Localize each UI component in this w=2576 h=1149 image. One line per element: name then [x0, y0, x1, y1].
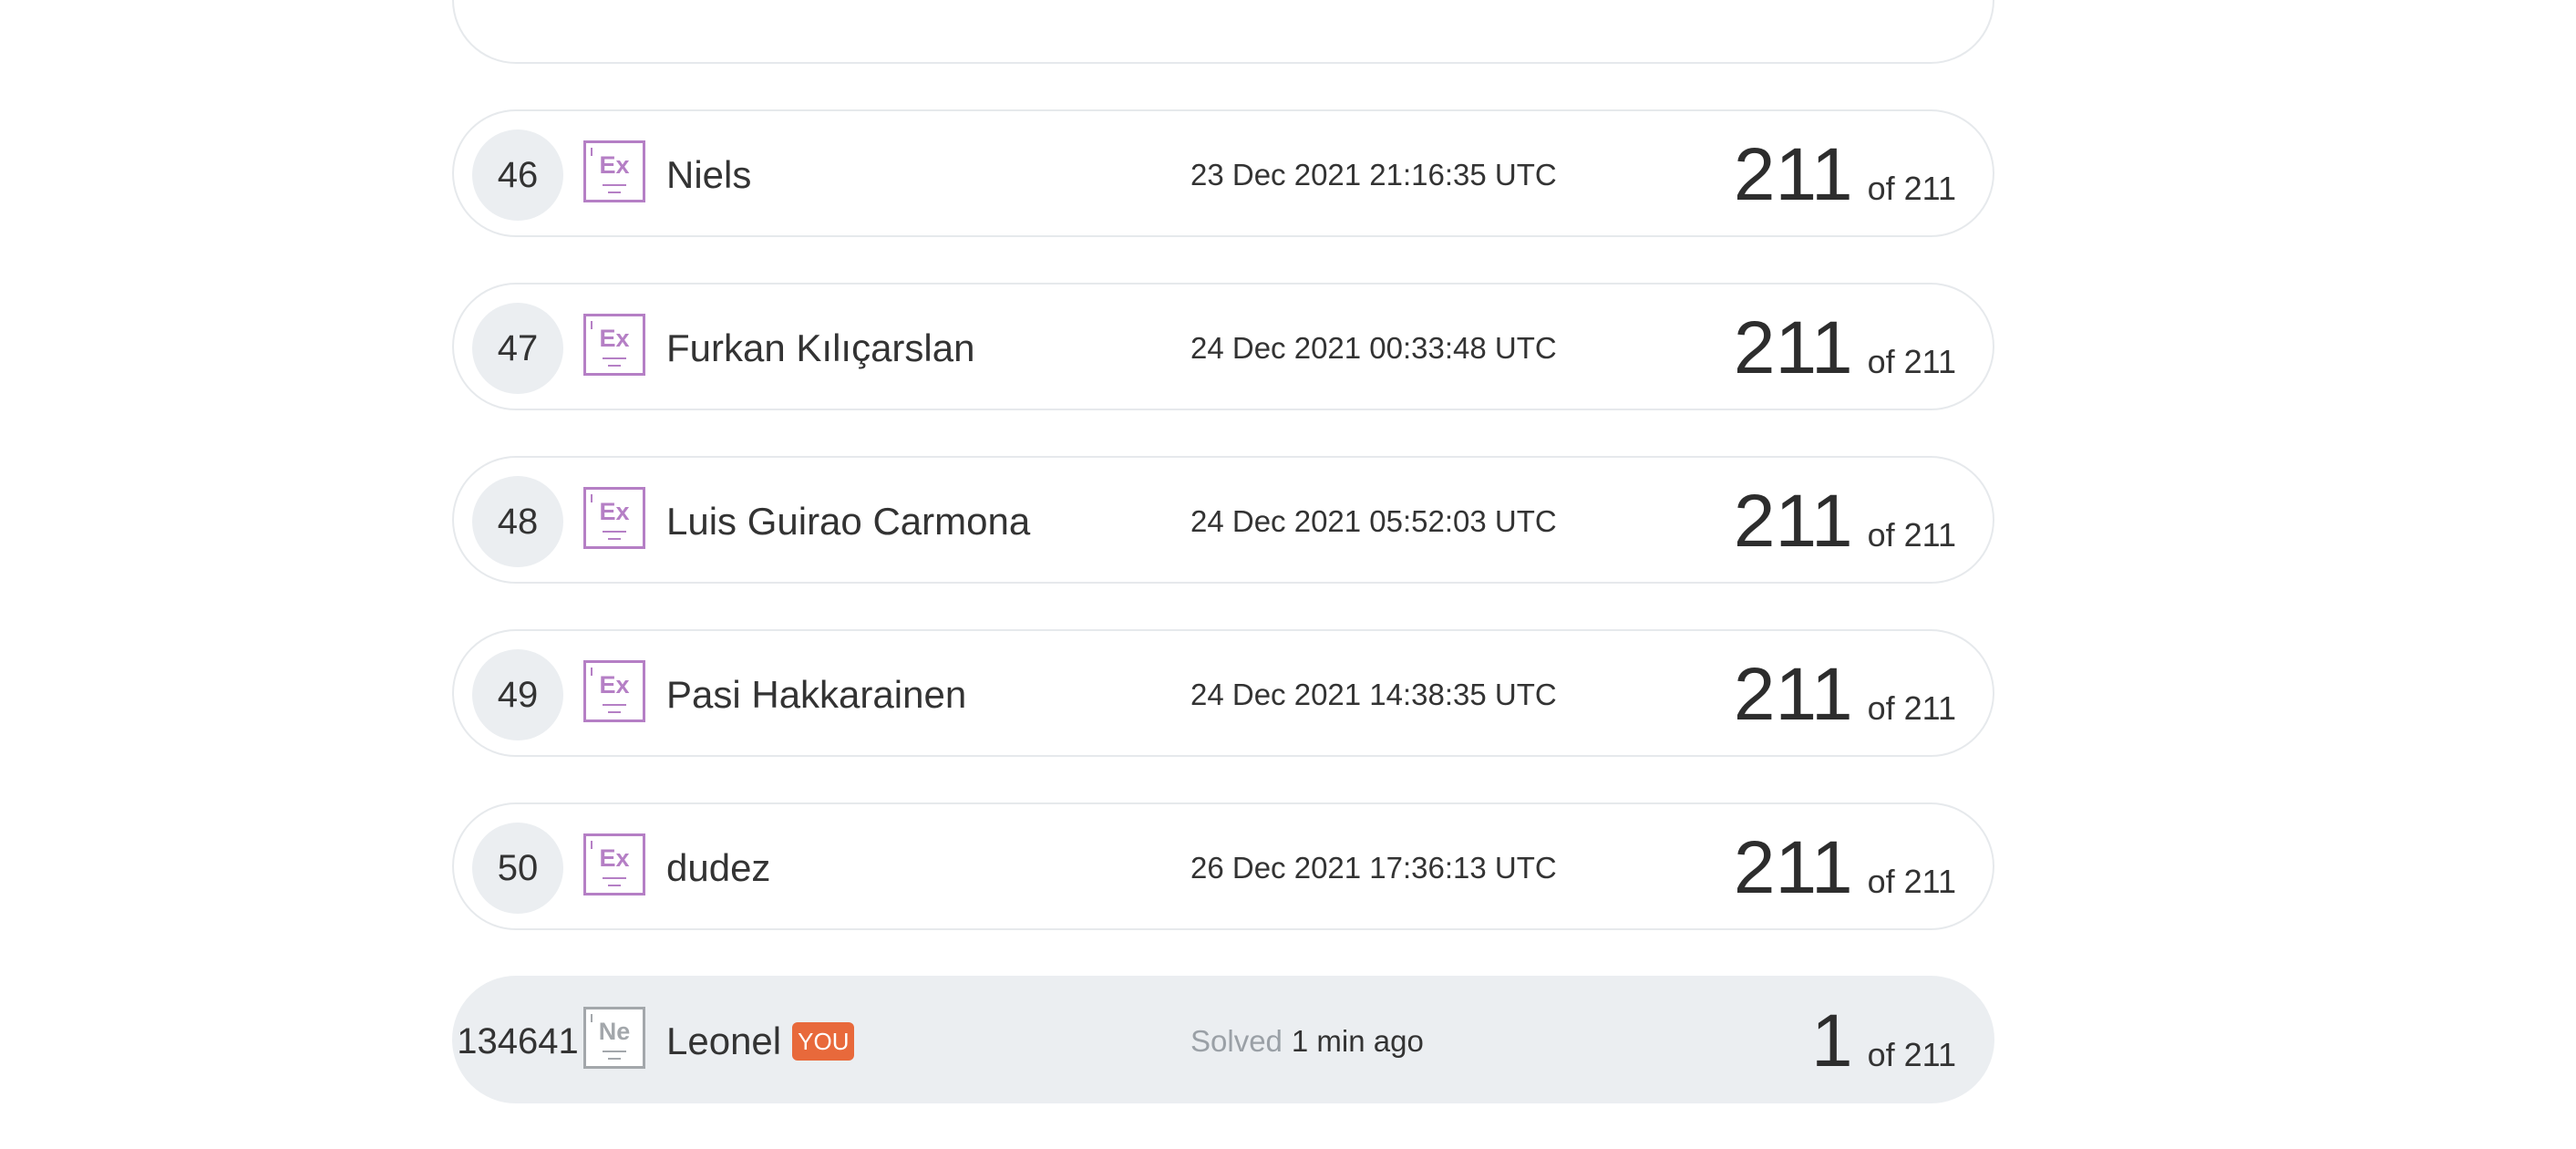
user-name[interactable]: Leonel	[666, 1020, 781, 1063]
solved-time: 1 min ago	[1291, 1024, 1424, 1058]
score: 211 of 211	[1734, 804, 1956, 932]
user-name[interactable]: Furkan Kılıçarslan	[666, 285, 974, 412]
badge-symbol: Ex	[599, 325, 630, 352]
leaderboard-row: 48 Ex Luis Guirao Carmona 24 Dec 2021 05…	[452, 456, 1994, 584]
leaderboard-list: 46 Ex Niels 23 Dec 2021 21:16:35 UTC 211…	[452, 0, 1994, 1149]
rank-number: 49	[472, 649, 563, 740]
score-total: of 211	[1867, 516, 1956, 554]
badge-symbol: Ex	[599, 671, 630, 699]
solved-timestamp: 24 Dec 2021 00:33:48 UTC	[1190, 331, 1557, 365]
current-user-name-container: Leonel YOU	[666, 978, 855, 1105]
expert-rank-badge-icon: Ex	[583, 487, 645, 549]
badge-symbol: Ne	[598, 1018, 631, 1045]
rank-number: 134641	[457, 1020, 579, 1061]
user-name[interactable]: Niels	[666, 111, 751, 239]
rank-number: 47	[472, 303, 563, 394]
score-total: of 211	[1867, 863, 1956, 900]
solved-label: Solved	[1190, 1024, 1283, 1058]
current-user-row: 134641 Ne Leonel YOU Solved 1 min ago 1 …	[452, 976, 1994, 1103]
expert-rank-badge-icon: Ex	[583, 314, 645, 376]
expert-rank-badge-icon: Ex	[583, 140, 645, 202]
rank-number: 48	[472, 476, 563, 567]
leaderboard-row: 46 Ex Niels 23 Dec 2021 21:16:35 UTC 211…	[452, 109, 1994, 237]
newbie-rank-badge-icon: Ne	[583, 1007, 645, 1069]
score: 211 of 211	[1734, 631, 1956, 759]
score-total: of 211	[1867, 170, 1956, 207]
expert-rank-badge-icon: Ex	[583, 660, 645, 722]
score-value: 1	[1810, 999, 1853, 1082]
score-value: 211	[1733, 653, 1853, 736]
rank-number: 50	[472, 823, 563, 914]
score-total: of 211	[1867, 1036, 1956, 1073]
badge-symbol: Ex	[599, 498, 630, 525]
score: 1 of 211	[1811, 978, 1956, 1105]
score-total: of 211	[1867, 689, 1956, 727]
solved-timestamp: 23 Dec 2021 21:16:35 UTC	[1190, 158, 1557, 192]
leaderboard-row-previous	[452, 0, 1994, 64]
score: 211 of 211	[1734, 111, 1956, 239]
score-value: 211	[1733, 826, 1853, 909]
user-name[interactable]: Pasi Hakkarainen	[666, 631, 966, 759]
score: 211 of 211	[1734, 458, 1956, 585]
you-badge: YOU	[792, 1022, 855, 1061]
user-name[interactable]: dudez	[666, 804, 770, 932]
solved-status: Solved 1 min ago	[1190, 978, 1424, 1105]
rank-number: 46	[472, 129, 563, 221]
score-value: 211	[1733, 306, 1853, 389]
score-value: 211	[1733, 133, 1853, 216]
expert-rank-badge-icon: Ex	[583, 833, 645, 895]
leaderboard-row: 47 Ex Furkan Kılıçarslan 24 Dec 2021 00:…	[452, 283, 1994, 410]
score-total: of 211	[1867, 343, 1956, 380]
badge-symbol: Ex	[599, 844, 630, 872]
leaderboard-row: 50 Ex dudez 26 Dec 2021 17:36:13 UTC 211…	[452, 802, 1994, 930]
leaderboard-row: 49 Ex Pasi Hakkarainen 24 Dec 2021 14:38…	[452, 629, 1994, 757]
solved-timestamp: 24 Dec 2021 05:52:03 UTC	[1190, 504, 1557, 538]
badge-symbol: Ex	[599, 151, 630, 179]
score: 211 of 211	[1734, 285, 1956, 412]
score-value: 211	[1733, 480, 1853, 563]
solved-timestamp: 24 Dec 2021 14:38:35 UTC	[1190, 678, 1557, 711]
user-name[interactable]: Luis Guirao Carmona	[666, 458, 1030, 585]
solved-timestamp: 26 Dec 2021 17:36:13 UTC	[1190, 851, 1557, 885]
